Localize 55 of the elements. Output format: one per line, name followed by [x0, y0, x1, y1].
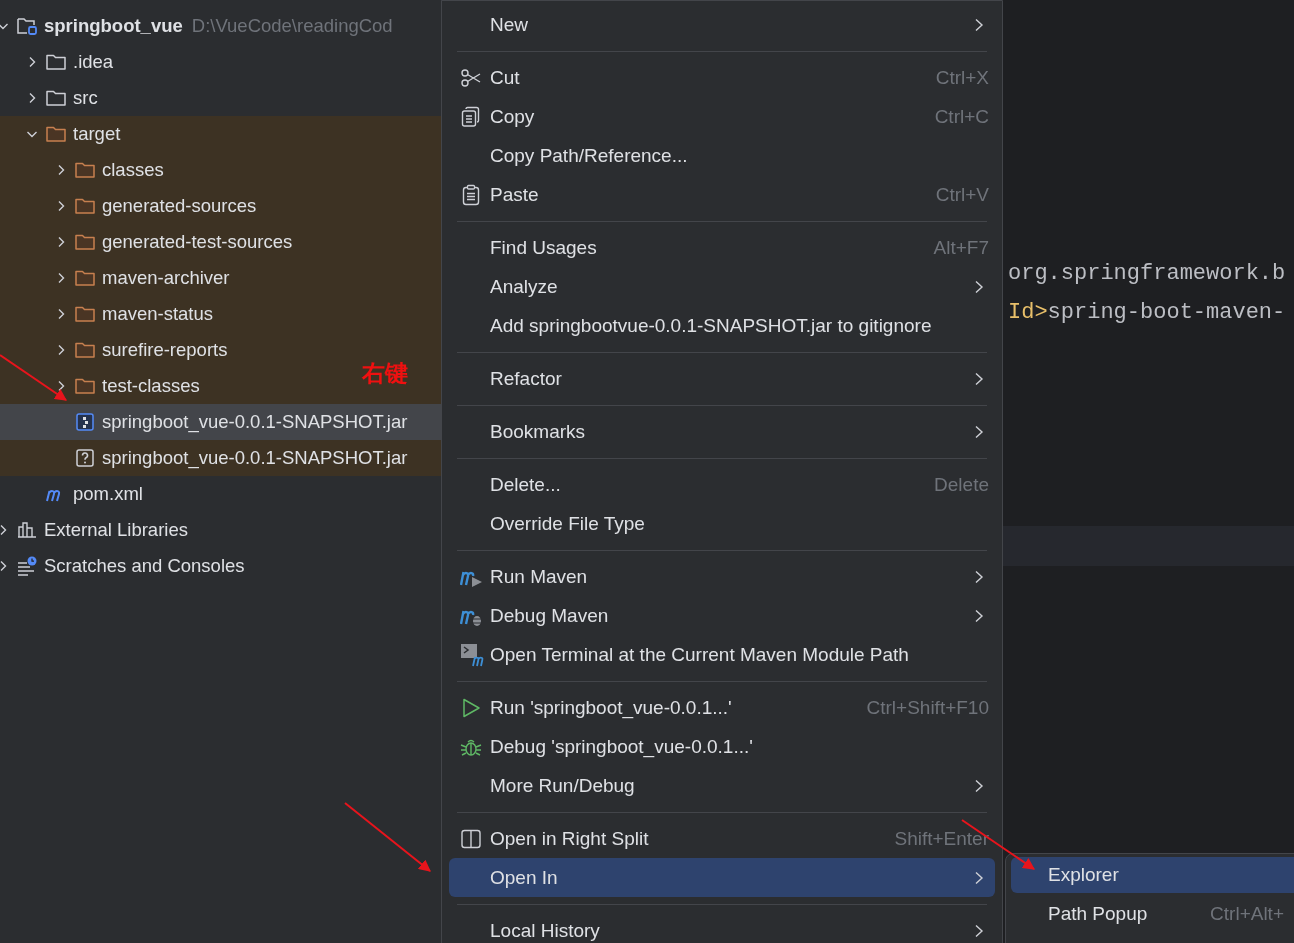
menu-item[interactable]: Add springbootvue-0.0.1-SNAPSHOT.jar to gitignore — [449, 306, 995, 345]
shortcut-label: Ctrl+Shift+F10 — [866, 696, 989, 719]
unknown-file-icon — [74, 447, 96, 469]
shortcut-label: Alt+F7 — [933, 236, 989, 259]
menu-item[interactable]: Refactor — [449, 359, 995, 398]
menu-item[interactable]: Delete... Delete — [449, 465, 995, 504]
tree-item[interactable]: springboot_vue D:\VueCode\readingCod — [0, 8, 393, 44]
menu-item[interactable]: Open Terminal at the Current Maven Module Path — [449, 635, 995, 674]
shortcut-label: Shift+Enter — [894, 827, 989, 850]
copy-icon — [460, 105, 482, 128]
clipboard-icon — [460, 183, 482, 206]
menu-item[interactable]: Cut Ctrl+X — [449, 58, 995, 97]
scissors-icon — [460, 66, 482, 89]
split-view-icon — [460, 827, 482, 850]
menu-item[interactable]: Copy Path/Reference... — [449, 136, 995, 175]
tree-item[interactable]: Scratches and Consoles — [0, 548, 245, 584]
tree-item[interactable]: src — [0, 80, 98, 116]
menu-item[interactable]: Bookmarks — [449, 412, 995, 451]
menu-item[interactable]: Find Usages Alt+F7 — [449, 228, 995, 267]
code-line: org.springframework.b — [1008, 260, 1287, 288]
menu-item[interactable]: Paste Ctrl+V — [449, 175, 995, 214]
menu-item[interactable]: Run 'springboot_vue-0.0.1...' Ctrl+Shift+F10 — [449, 688, 995, 727]
menu-item[interactable]: Override File Type — [449, 504, 995, 543]
menu-item[interactable]: Open In — [449, 858, 995, 897]
shortcut-label: Ctrl+X — [935, 66, 989, 89]
tree-item[interactable]: pom.xml — [0, 476, 143, 512]
chevron-icon[interactable] — [0, 560, 9, 572]
shortcut-label: Ctrl+Alt+ — [1210, 903, 1284, 925]
scratches-icon — [16, 555, 38, 577]
project-folder-icon — [16, 15, 38, 37]
menu-item[interactable]: Debug 'springboot_vue-0.0.1...' — [449, 727, 995, 766]
tree-item[interactable]: .idea — [0, 44, 114, 80]
archive-file-icon — [74, 411, 96, 433]
shortcut-label: Ctrl+C — [934, 105, 989, 128]
annotation-arrow — [0, 354, 67, 401]
project-path: D:\VueCode\readingCod — [191, 15, 393, 37]
menu-item[interactable]: Explorer — [1011, 857, 1294, 893]
menu-item[interactable]: Copy Ctrl+C — [449, 97, 995, 136]
chevron-icon[interactable] — [0, 524, 9, 536]
menu-item[interactable]: Debug Maven — [449, 596, 995, 635]
shortcut-label: Ctrl+V — [935, 183, 989, 206]
play-icon — [460, 696, 482, 719]
menu-item[interactable]: Open in Right Split Shift+Enter — [449, 819, 995, 858]
libraries-icon — [16, 519, 38, 541]
code-line: Id>spring-boot-maven- — [1008, 299, 1287, 327]
menu-item[interactable]: More Run/Debug — [449, 766, 995, 805]
menu-item[interactable]: Path Popup Ctrl+Alt+ — [1011, 896, 1294, 932]
shortcut-label: Delete — [934, 473, 989, 496]
tree-item[interactable]: External Libraries — [0, 512, 188, 548]
menu-item[interactable]: New — [449, 5, 995, 44]
menu-item[interactable]: Local History — [449, 911, 995, 943]
terminal-icon — [460, 642, 484, 667]
annotation-text: 右键 — [362, 359, 408, 388]
menu-item[interactable]: Analyze — [449, 267, 995, 306]
menu-item[interactable]: Run Maven — [449, 557, 995, 596]
